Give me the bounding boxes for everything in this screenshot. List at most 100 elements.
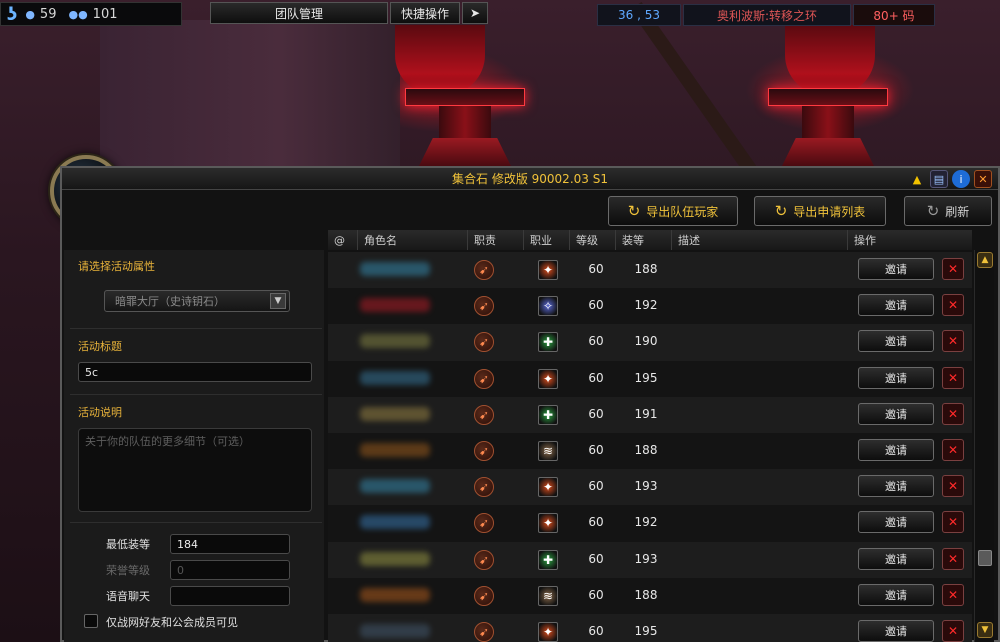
title-icons: ▲ ▤ i ✕ <box>908 170 992 188</box>
list-scrollbar[interactable]: ▲ ▼ <box>974 250 994 642</box>
reject-button[interactable]: ✕ <box>942 583 964 606</box>
col-at[interactable]: @ <box>328 230 358 250</box>
export-team-button[interactable]: ↻ 导出队伍玩家 <box>608 196 738 226</box>
col-class[interactable]: 职业 <box>524 230 570 250</box>
export-apply-button[interactable]: ↻ 导出申请列表 <box>754 196 886 226</box>
invite-button[interactable]: 邀请 <box>858 294 934 317</box>
applicant-row[interactable]: ➹ ≋ 60 188 邀请 ✕ <box>328 577 972 614</box>
applicant-list: ➹ ✦ 60 188 邀请 ✕ ➹ ✧ 60 192 邀请 ✕ ➹ ✚ 60 1… <box>328 252 972 642</box>
invite-button[interactable]: 邀请 <box>858 402 934 425</box>
col-desc[interactable]: 描述 <box>672 230 848 250</box>
applicant-ilvl: 193 <box>634 551 658 566</box>
cursor-button[interactable]: ➤ <box>462 2 488 24</box>
online-status-box: ʖ ● 59 ●● 101 <box>0 2 182 26</box>
warning-icon[interactable]: ▲ <box>908 170 926 188</box>
scroll-down-icon[interactable]: ▼ <box>977 622 993 638</box>
applicant-row[interactable]: ➹ ✚ 60 190 邀请 ✕ <box>328 324 972 361</box>
invite-button[interactable]: 邀请 <box>858 366 934 389</box>
applicant-row[interactable]: ➹ ✚ 60 191 邀请 ✕ <box>328 396 972 433</box>
info-icon[interactable]: i <box>952 170 970 188</box>
activity-attr-label: 请选择活动属性 <box>78 260 155 273</box>
activity-title-input[interactable]: 5c <box>78 362 312 382</box>
close-icon: ✕ <box>947 334 959 349</box>
applicant-row[interactable]: ➹ ✦ 60 192 邀请 ✕ <box>328 505 972 542</box>
applicant-row[interactable]: ➹ ✧ 60 192 邀请 ✕ <box>328 288 972 325</box>
fire-class-icon: ✦ <box>538 368 558 389</box>
reject-button[interactable]: ✕ <box>942 475 964 498</box>
scroll-up-icon[interactable]: ▲ <box>977 252 993 268</box>
min-ilvl-input[interactable]: 184 <box>170 534 290 554</box>
applicant-ilvl: 192 <box>634 515 658 530</box>
applicant-ilvl: 195 <box>634 370 658 385</box>
dps-role-icon: ➹ <box>474 513 494 534</box>
applicant-row[interactable]: ➹ ✦ 60 195 邀请 ✕ <box>328 613 972 642</box>
refresh-button[interactable]: ↻ 刷新 <box>904 196 992 226</box>
col-name[interactable]: 角色名 <box>358 230 468 250</box>
close-icon: ✕ <box>947 515 959 530</box>
activity-select[interactable]: 暗罪大厅（史诗钥石） ▼ <box>104 290 290 312</box>
col-level[interactable]: 等级 <box>570 230 616 250</box>
close-icon: ✕ <box>947 370 959 385</box>
dps-role-icon: ➹ <box>474 368 494 389</box>
voice-input[interactable] <box>170 586 290 606</box>
applicant-ilvl: 195 <box>634 623 658 638</box>
applicant-row[interactable]: ➹ ✦ 60 195 邀请 ✕ <box>328 360 972 397</box>
coords-readout: 36 , 53 <box>597 4 681 26</box>
applicant-level: 60 <box>588 623 604 638</box>
applicant-level: 60 <box>588 262 604 276</box>
invite-button[interactable]: 邀请 <box>858 330 934 353</box>
applicant-row[interactable]: ➹ ✚ 60 193 邀请 ✕ <box>328 541 972 578</box>
close-icon: ✕ <box>947 298 959 313</box>
close-icon: ✕ <box>947 623 959 638</box>
background-wall <box>100 20 400 170</box>
friends-only-checkbox[interactable] <box>84 614 98 628</box>
chevron-down-icon[interactable]: ▼ <box>270 293 286 309</box>
claw-class-icon: ≋ <box>538 440 558 461</box>
reject-button[interactable]: ✕ <box>942 294 964 317</box>
reject-button[interactable]: ✕ <box>942 511 964 534</box>
quick-action-button[interactable]: 快捷操作 <box>390 2 460 24</box>
applicant-level: 60 <box>588 587 604 602</box>
team-manage-button[interactable]: 团队管理 <box>210 2 388 24</box>
invite-button[interactable]: 邀请 <box>858 547 934 570</box>
col-role[interactable]: 职责 <box>468 230 524 250</box>
close-icon[interactable]: ✕ <box>974 170 992 188</box>
dps-role-icon: ➹ <box>474 621 494 642</box>
reject-button[interactable]: ✕ <box>942 366 964 389</box>
honor-input[interactable]: 0 <box>170 560 290 580</box>
invite-button[interactable]: 邀请 <box>858 619 934 642</box>
applicant-row[interactable]: ➹ ✦ 60 193 邀请 ✕ <box>328 469 972 506</box>
invite-button[interactable]: 邀请 <box>858 475 934 498</box>
col-ilvl[interactable]: 装等 <box>616 230 672 250</box>
invite-button[interactable]: 邀请 <box>858 258 934 280</box>
top-bar: ʖ ● 59 ●● 101 团队管理 快捷操作 ➤ 36 , 53 奥利波斯:转… <box>0 0 1000 28</box>
applicant-level: 60 <box>588 298 604 313</box>
scroll-thumb[interactable] <box>978 550 992 566</box>
invite-button[interactable]: 邀请 <box>858 438 934 461</box>
person-icon: ● <box>25 7 35 21</box>
window-titlebar[interactable]: 集合石 修改版 90002.03 S1 ▲ ▤ i ✕ <box>62 168 998 190</box>
invite-button[interactable]: 邀请 <box>858 511 934 534</box>
voice-label: 语音聊天 <box>106 590 150 603</box>
applicant-row[interactable]: ➹ ≋ 60 188 邀请 ✕ <box>328 432 972 470</box>
lfg-window: 集合石 修改版 90002.03 S1 ▲ ▤ i ✕ ↻ 导出队伍玩家 ↻ 导… <box>60 166 1000 642</box>
invite-button[interactable]: 邀请 <box>858 583 934 606</box>
reject-button[interactable]: ✕ <box>942 619 964 642</box>
reject-button[interactable]: ✕ <box>942 402 964 425</box>
activity-desc-textarea[interactable]: 关于你的队伍的更多细节（可选） <box>78 428 312 512</box>
applicant-row[interactable]: ➹ ✦ 60 188 邀请 ✕ <box>328 252 972 289</box>
col-action[interactable]: 操作 <box>848 230 972 250</box>
reject-button[interactable]: ✕ <box>942 438 964 461</box>
applicant-level: 60 <box>588 551 604 566</box>
fire-class-icon: ✦ <box>538 513 558 534</box>
reject-button[interactable]: ✕ <box>942 547 964 570</box>
addon-logo-icon[interactable]: ʖ <box>7 4 17 25</box>
notes-icon[interactable]: ▤ <box>930 170 948 188</box>
dps-role-icon: ➹ <box>474 549 494 570</box>
close-icon: ✕ <box>947 262 959 276</box>
friends-only-label: 仅战网好友和公会成员可见 <box>106 616 238 629</box>
reject-button[interactable]: ✕ <box>942 258 964 280</box>
applicant-level: 60 <box>588 479 604 494</box>
applicant-ilvl: 190 <box>634 334 658 349</box>
reject-button[interactable]: ✕ <box>942 330 964 353</box>
